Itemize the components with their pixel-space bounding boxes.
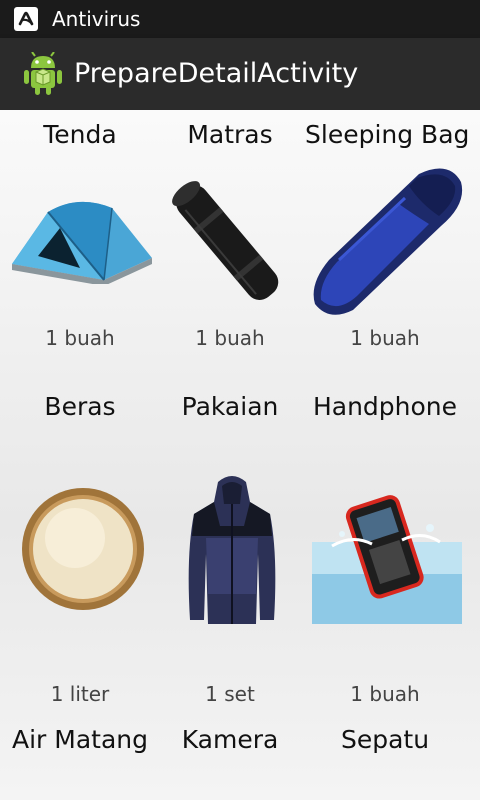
grid-item-air-matang[interactable]: Air Matang — [0, 717, 160, 800]
action-bar: PrepareDetailActivity — [0, 38, 480, 110]
item-name: Sepatu — [340, 725, 430, 754]
antivirus-icon — [14, 7, 38, 31]
grid-item-matras[interactable]: Matras 1 buah — [150, 110, 310, 382]
item-name: Air Matang — [12, 725, 148, 754]
item-name: Tenda — [43, 120, 117, 149]
status-bar: Antivirus — [0, 0, 480, 38]
grid-item-kamera[interactable]: Kamera — [150, 717, 310, 800]
phone-image — [312, 495, 462, 624]
item-quantity: 1 buah — [45, 326, 115, 350]
item-quantity: 1 set — [205, 682, 255, 706]
item-name: Kamera — [181, 725, 279, 754]
item-quantity: 1 buah — [350, 682, 420, 706]
jacket-image — [188, 476, 276, 624]
rice-image — [22, 488, 144, 610]
item-name: Matras — [187, 120, 273, 149]
item-name: Sleeping Bag — [305, 120, 470, 149]
grid-item-handphone[interactable]: Handphone 1 buah — [305, 382, 465, 717]
tent-image — [12, 201, 152, 284]
item-quantity: 1 buah — [350, 326, 420, 350]
activity-title: PrepareDetailActivity — [74, 58, 359, 89]
item-quantity: 1 liter — [50, 682, 110, 706]
sleeping-mat-image — [172, 181, 279, 300]
item-name: Pakaian — [181, 392, 279, 421]
item-grid-scroll[interactable]: Tenda 1 buah Matras 1 buah Sleeping Bag … — [0, 110, 480, 800]
item-name: Handphone — [312, 392, 458, 421]
sleeping-bag-image — [313, 168, 463, 315]
status-app-name: Antivirus — [52, 7, 141, 31]
grid-item-sepatu[interactable]: Sepatu — [305, 717, 465, 800]
grid-item-sleeping-bag[interactable]: Sleeping Bag 1 buah — [305, 110, 470, 382]
item-quantity: 1 buah — [195, 326, 265, 350]
grid-item-beras[interactable]: Beras 1 liter — [0, 382, 160, 717]
grid-item-tenda[interactable]: Tenda 1 buah — [0, 110, 160, 382]
android-logo-icon[interactable] — [22, 51, 64, 96]
grid-item-pakaian[interactable]: Pakaian 1 set — [150, 382, 310, 717]
item-name: Beras — [44, 392, 116, 421]
